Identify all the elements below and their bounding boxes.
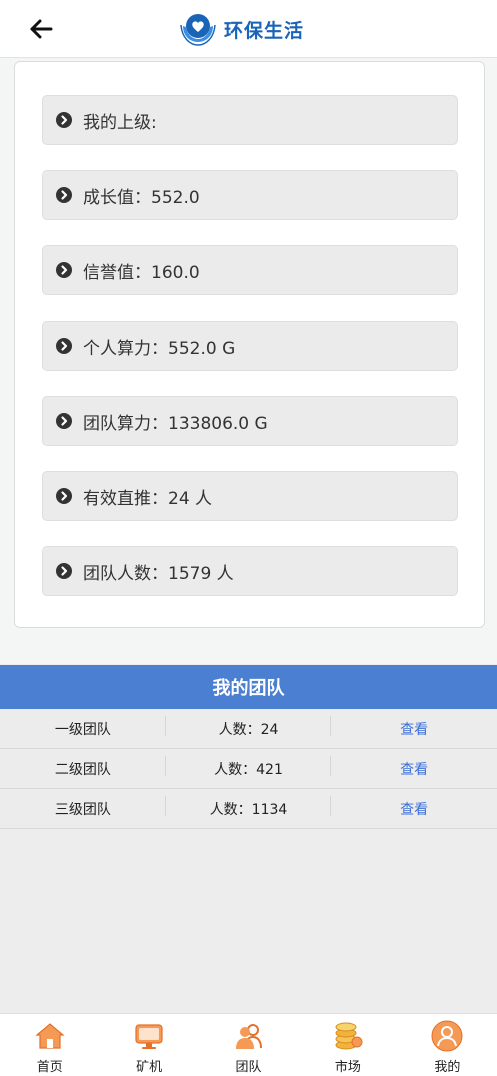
team-row-level-3: 三级团队 人数：1134 查看 — [0, 789, 497, 829]
team-member-count: 人数：1134 — [166, 795, 332, 819]
info-row-team-power: 团队算力：133806.0 G — [42, 396, 458, 446]
nav-item-team[interactable]: 团队 — [199, 1014, 298, 1076]
nav-item-home[interactable]: 首页 — [0, 1014, 99, 1076]
info-row-team-size: 团队人数：1579 人 — [42, 546, 458, 596]
team-icon — [235, 1024, 262, 1049]
team-row-level-2: 二级团队 人数：421 查看 — [0, 749, 497, 789]
info-row-credit: 信誉值：160.0 — [42, 245, 458, 295]
arrow-left-icon — [30, 19, 53, 39]
monitor-icon — [135, 1024, 163, 1049]
nav-item-miner[interactable]: 矿机 — [99, 1014, 198, 1076]
profile-icon — [431, 1020, 463, 1052]
team-level-name: 一级团队 — [0, 715, 166, 739]
coins-icon — [335, 1022, 363, 1050]
info-label: 有效直推：24 人 — [83, 488, 213, 509]
info-label: 我的上级: — [83, 112, 157, 133]
chevron-circle-right-icon — [56, 262, 72, 278]
nav-label: 矿机 — [136, 1060, 163, 1075]
nav-label: 团队 — [235, 1060, 262, 1075]
info-label: 成长值：552.0 — [83, 187, 200, 208]
info-row-superior: 我的上级: — [42, 95, 458, 145]
team-level-name: 二级团队 — [0, 755, 166, 779]
back-button[interactable] — [26, 14, 56, 44]
nav-label: 首页 — [36, 1060, 63, 1075]
info-row-personal-power: 个人算力：552.0 G — [42, 321, 458, 371]
info-row-direct-referrals: 有效直推：24 人 — [42, 471, 458, 521]
nav-label: 市场 — [334, 1060, 361, 1075]
info-label: 个人算力：552.0 G — [83, 338, 236, 359]
nav-item-market[interactable]: 市场 — [298, 1014, 397, 1076]
chevron-circle-right-icon — [56, 338, 72, 354]
nav-label: 我的 — [434, 1060, 461, 1075]
info-row-growth: 成长值：552.0 — [42, 170, 458, 220]
team-member-count: 人数：421 — [166, 755, 332, 779]
hands-heart-logo-icon — [180, 14, 216, 46]
team-level-name: 三级团队 — [0, 795, 166, 819]
brand: 环保生活 — [180, 12, 304, 46]
nav-item-mine[interactable]: 我的 — [398, 1014, 497, 1076]
info-label: 信誉值：160.0 — [83, 262, 200, 283]
chevron-circle-right-icon — [56, 563, 72, 579]
chevron-circle-right-icon — [56, 488, 72, 504]
team-row-level-1: 一级团队 人数：24 查看 — [0, 709, 497, 749]
team-section-title: 我的团队 — [0, 665, 497, 709]
chevron-circle-right-icon — [56, 112, 72, 128]
page: 环保生活 我的上级: 成长值：552.0 信誉值：160.0 个人算力：552.… — [0, 0, 497, 1076]
info-label: 团队人数：1579 人 — [83, 563, 234, 584]
team-member-count: 人数：24 — [166, 715, 332, 739]
home-icon — [35, 1023, 65, 1049]
view-link[interactable]: 查看 — [331, 719, 497, 739]
bottom-nav: 首页 矿机 团队 市场 我的 — [0, 1013, 497, 1076]
header-bar: 环保生活 — [0, 0, 497, 58]
chevron-circle-right-icon — [56, 413, 72, 429]
view-link[interactable]: 查看 — [331, 759, 497, 779]
info-card: 我的上级: 成长值：552.0 信誉值：160.0 个人算力：552.0 G 团… — [14, 61, 485, 628]
chevron-circle-right-icon — [56, 187, 72, 203]
app-name: 环保生活 — [224, 19, 305, 42]
info-label: 团队算力：133806.0 G — [83, 413, 268, 434]
view-link[interactable]: 查看 — [331, 799, 497, 819]
